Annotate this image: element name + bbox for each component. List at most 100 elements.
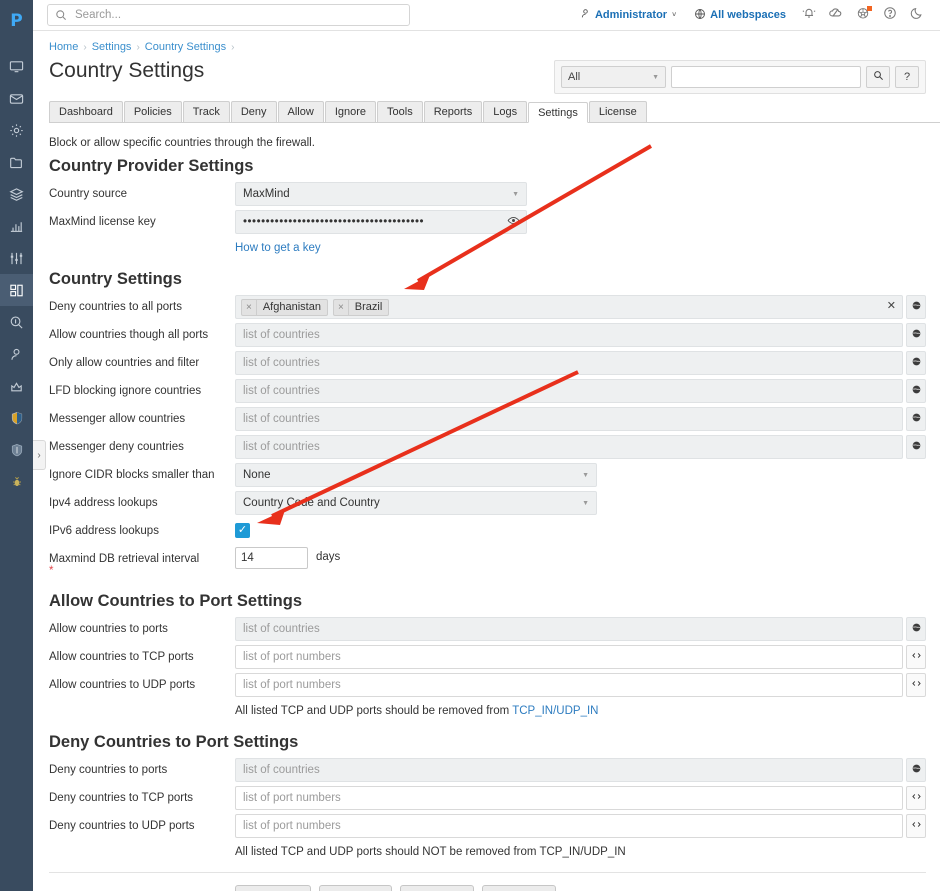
- only-allow-countries-and-filter-input[interactable]: [235, 351, 903, 375]
- breadcrumb-item-country-settings[interactable]: Country Settings: [145, 41, 226, 53]
- token-remove-icon[interactable]: ×: [334, 299, 349, 315]
- country-picker-button[interactable]: [906, 295, 926, 319]
- country-picker-button[interactable]: [906, 323, 926, 347]
- sidebar-item-databases[interactable]: [0, 178, 33, 210]
- country-picker-button[interactable]: [906, 435, 926, 459]
- ipv6-lookups-checkbox[interactable]: ✓: [235, 523, 250, 538]
- page-search-input[interactable]: [671, 66, 861, 88]
- allow-countries-to-ports-input[interactable]: [235, 617, 903, 641]
- label-license-key: MaxMind license key: [49, 216, 156, 228]
- sidebar-item-users[interactable]: [0, 338, 33, 370]
- deny-countries-to-udp-ports-input[interactable]: [235, 814, 903, 838]
- country-source-select[interactable]: MaxMind ▼: [235, 182, 527, 206]
- token-remove-icon[interactable]: ×: [242, 299, 257, 315]
- allow-countries-to-tcp-ports-input[interactable]: [235, 645, 903, 669]
- globe-icon: [911, 438, 922, 456]
- sidebar-item-settings[interactable]: [0, 114, 33, 146]
- global-search[interactable]: [47, 4, 410, 26]
- sidebar-item-mail[interactable]: [0, 82, 33, 114]
- sidebar-item-modules[interactable]: [0, 274, 33, 306]
- form-row-country-source: Country source MaxMind ▼: [49, 182, 926, 208]
- help-button[interactable]: [876, 2, 903, 29]
- port-picker-button[interactable]: [906, 673, 926, 697]
- sidebar-item-malware[interactable]: [0, 466, 33, 498]
- tab-deny[interactable]: Deny: [230, 101, 277, 122]
- deny-countries-all-ports-tokenfield[interactable]: × Afghanistan × Brazil ✕: [235, 295, 903, 319]
- action-buttons: ▣ Update ↶ Default ⏻ Restart ⊗: [235, 885, 556, 891]
- sidebar-item-firewall[interactable]: [0, 434, 33, 466]
- dark-mode-button[interactable]: [903, 2, 930, 29]
- globe-alert-button[interactable]: [849, 2, 876, 29]
- license-key-input[interactable]: [235, 210, 527, 234]
- cancel-button[interactable]: ⊗ Cancel: [482, 885, 556, 891]
- note-text: All listed TCP and UDP ports should be r…: [235, 705, 513, 717]
- breadcrumb-item-settings[interactable]: Settings: [92, 41, 132, 53]
- tab-dashboard[interactable]: Dashboard: [49, 101, 123, 122]
- shield-blue-icon: [10, 443, 24, 457]
- breadcrumb: Home › Settings › Country Settings ›: [33, 31, 940, 53]
- form-row-ipv6: IPv6 address lookups ✓: [49, 519, 926, 545]
- label-maxmind-db-retrieval-interval: Maxmind DB retrieval interval *: [49, 547, 235, 577]
- token-brazil[interactable]: × Brazil: [332, 298, 390, 316]
- label-deny-countries-all-ports: Deny countries to all ports: [49, 301, 182, 313]
- ipv4-lookups-select[interactable]: Country Code and Country ▼: [235, 491, 597, 515]
- deny-countries-to-ports-input[interactable]: [235, 758, 903, 782]
- allow-countries-to-udp-ports-input[interactable]: [235, 673, 903, 697]
- country-picker-button[interactable]: [906, 617, 926, 641]
- tab-track[interactable]: Track: [182, 101, 230, 122]
- tcp-in-udp-in-link[interactable]: TCP_IN/UDP_IN: [512, 705, 598, 717]
- form-row-allow-countries-to-ports: Allow countries to ports: [49, 617, 926, 643]
- tab-settings[interactable]: Settings: [528, 102, 588, 123]
- lfd-blocking-ignore-countries-input[interactable]: [235, 379, 903, 403]
- retrieval-interval-input[interactable]: [235, 547, 308, 569]
- tab-allow[interactable]: Allow: [277, 101, 324, 122]
- port-picker-button[interactable]: [906, 814, 926, 838]
- sidebar-item-dashboard[interactable]: [0, 50, 33, 82]
- token-afghanistan[interactable]: × Afghanistan: [241, 298, 328, 316]
- sidebar-item-tools[interactable]: [0, 242, 33, 274]
- sidebar-item-statistics[interactable]: [0, 210, 33, 242]
- default-button[interactable]: ↶ Default: [318, 885, 393, 891]
- sidebar-item-search[interactable]: [0, 306, 33, 338]
- breadcrumb-separator: ›: [231, 41, 235, 53]
- country-picker-button[interactable]: [906, 758, 926, 782]
- country-picker-button[interactable]: [906, 379, 926, 403]
- port-picker-button[interactable]: [906, 645, 926, 669]
- tab-policies[interactable]: Policies: [123, 101, 182, 122]
- sidebar-item-files[interactable]: [0, 146, 33, 178]
- search-scope-select[interactable]: All ▼: [561, 66, 666, 88]
- clear-all-icon[interactable]: ✕: [887, 299, 896, 312]
- update-button[interactable]: ▣ Update: [235, 885, 311, 891]
- form-row-messenger-deny: Messenger deny countries: [49, 435, 926, 461]
- eye-icon[interactable]: [507, 214, 520, 227]
- country-picker-button[interactable]: [906, 351, 926, 375]
- brand-logo[interactable]: P: [10, 6, 22, 36]
- sidebar-item-security[interactable]: [0, 402, 33, 434]
- notifications-button[interactable]: [795, 2, 822, 29]
- tab-tools[interactable]: Tools: [377, 101, 423, 122]
- tab-license[interactable]: License: [588, 101, 647, 122]
- tab-reports[interactable]: Reports: [423, 101, 483, 122]
- sidebar-item-licenses[interactable]: [0, 370, 33, 402]
- webspaces-menu[interactable]: All webspaces: [685, 8, 795, 23]
- messenger-deny-countries-input[interactable]: [235, 435, 903, 459]
- user-menu[interactable]: Administrator ˅: [571, 8, 685, 22]
- deny-countries-to-tcp-ports-input[interactable]: [235, 786, 903, 810]
- messenger-allow-countries-input[interactable]: [235, 407, 903, 431]
- form-row-allow-though-all-ports: Allow countries though all ports: [49, 323, 926, 349]
- allow-countries-though-all-ports-input[interactable]: [235, 323, 903, 347]
- port-picker-button[interactable]: [906, 786, 926, 810]
- how-to-get-a-key-link[interactable]: How to get a key: [235, 242, 321, 254]
- restart-button[interactable]: ⏻ Restart: [400, 885, 475, 891]
- tab-logs[interactable]: Logs: [483, 101, 528, 122]
- page-search-button[interactable]: [866, 66, 890, 88]
- ignore-cidr-select[interactable]: None ▼: [235, 463, 597, 487]
- page-search-help-button[interactable]: ?: [895, 66, 919, 88]
- globe-icon: [911, 382, 922, 400]
- cloud-button[interactable]: [822, 2, 849, 29]
- country-picker-button[interactable]: [906, 407, 926, 431]
- search-input[interactable]: [73, 8, 402, 22]
- tab-ignore[interactable]: Ignore: [324, 101, 377, 122]
- folder-icon: [9, 155, 24, 170]
- breadcrumb-item-home[interactable]: Home: [49, 41, 78, 53]
